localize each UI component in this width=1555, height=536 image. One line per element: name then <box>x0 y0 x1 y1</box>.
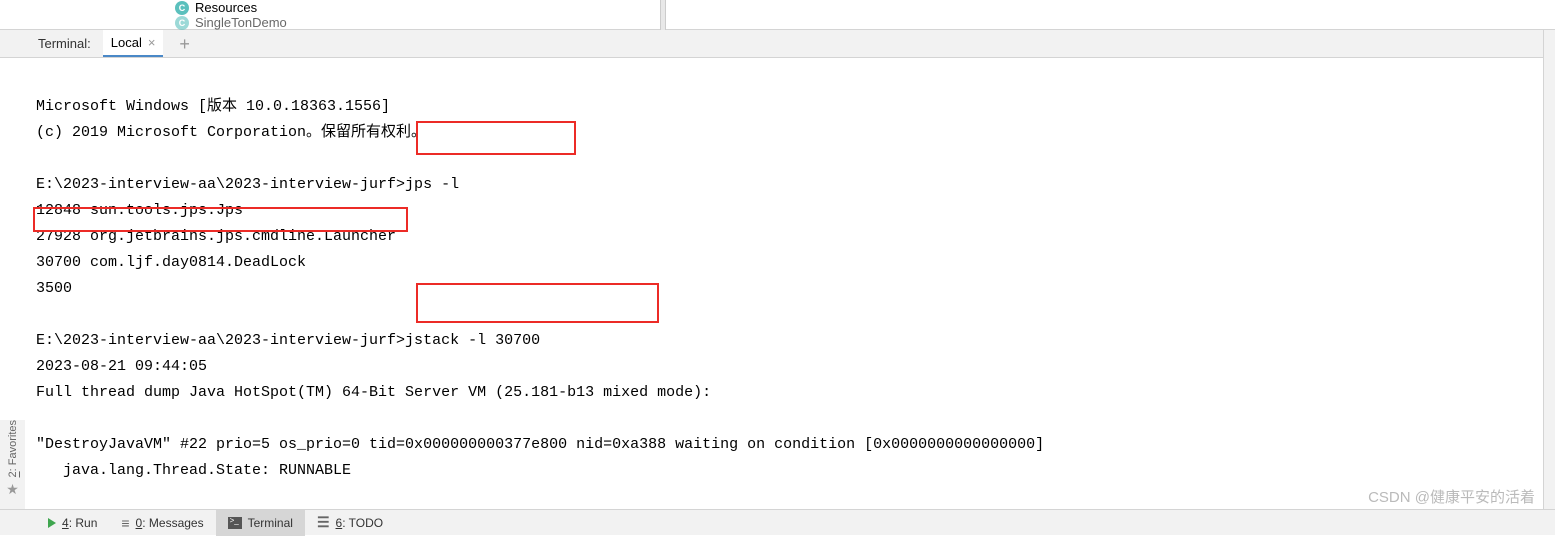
toolbar-run[interactable]: 4: Run <box>36 510 109 536</box>
console-line: 30700 com.ljf.day0814.DeadLock <box>36 254 306 271</box>
tree-item-singleton[interactable]: C SingleTonDemo <box>175 15 1555 30</box>
sidebar-item-favorites[interactable]: 2: Favorites <box>7 420 19 477</box>
console-line: Full thread dump Java HotSpot(TM) 64-Bit… <box>36 384 711 401</box>
pane-divider[interactable] <box>660 0 666 30</box>
highlight-box-jstack <box>416 283 659 323</box>
close-icon[interactable]: × <box>148 35 156 50</box>
console-line: "DestroyJavaVM" #22 prio=5 os_prio=0 tid… <box>36 436 1044 453</box>
class-icon: C <box>175 1 189 15</box>
console-line: E:\2023-interview-aa\2023-interview-jurf… <box>36 332 540 349</box>
toolbar-messages[interactable]: ≡ 0: Messages <box>109 510 215 536</box>
console-line: 27928 org.jetbrains.jps.cmdline.Launcher <box>36 228 396 245</box>
terminal-console[interactable]: Microsoft Windows [版本 10.0.18363.1556] (… <box>0 58 1555 498</box>
project-tree-area: C Resources C SingleTonDemo <box>0 0 1555 30</box>
messages-icon: ≡ <box>121 515 129 531</box>
tree-item-resources[interactable]: C Resources <box>175 0 1555 15</box>
tab-label: Local <box>111 35 142 50</box>
add-tab-button[interactable]: + <box>179 35 190 53</box>
console-line: (c) 2019 Microsoft Corporation。保留所有权利。 <box>36 124 426 141</box>
star-icon: ★ <box>6 481 19 498</box>
toolbar-terminal[interactable]: Terminal <box>216 510 305 536</box>
console-line: Microsoft Windows [版本 10.0.18363.1556] <box>36 98 390 115</box>
left-sidebar: 2: Favorites ★ <box>0 420 25 520</box>
console-line: E:\2023-interview-aa\2023-interview-jurf… <box>36 176 459 193</box>
terminal-tab-local[interactable]: Local × <box>103 30 164 57</box>
todo-icon: ☰ <box>317 514 330 531</box>
class-icon: C <box>175 16 189 30</box>
tree-item-label: SingleTonDemo <box>195 15 287 30</box>
terminal-icon <box>228 517 242 529</box>
tree-item-label: Resources <box>195 0 257 15</box>
watermark: CSDN @健康平安的活着 <box>1368 486 1535 507</box>
console-line: java.lang.Thread.State: RUNNABLE <box>36 462 351 479</box>
console-line: 3500 <box>36 280 72 297</box>
bottom-toolbar: 4: Run ≡ 0: Messages Terminal ☰ 6: TODO <box>0 509 1555 535</box>
right-gutter <box>1543 30 1555 509</box>
terminal-header: Terminal: Local × + <box>0 30 1555 58</box>
highlight-box-jps <box>416 121 576 155</box>
toolbar-todo[interactable]: ☰ 6: TODO <box>305 510 395 536</box>
console-line: 2023-08-21 09:44:05 <box>36 358 207 375</box>
console-line: 12848 sun.tools.jps.Jps <box>36 202 243 219</box>
run-icon <box>48 518 56 528</box>
terminal-panel-label: Terminal: <box>38 36 91 51</box>
